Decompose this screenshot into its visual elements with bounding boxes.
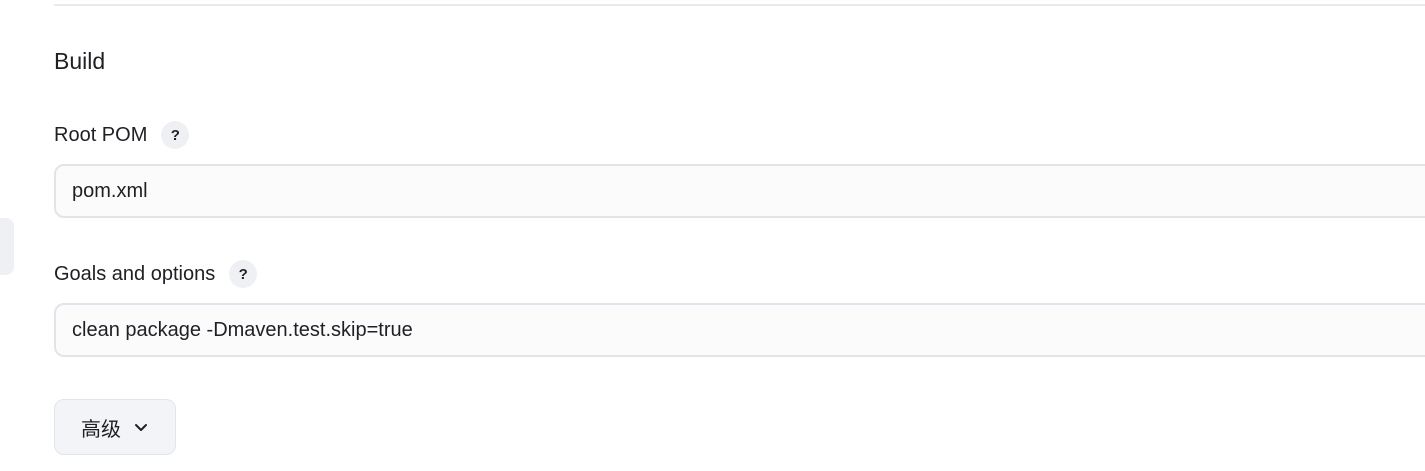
build-config-panel: Build Root POM ? pom.xml Goals and optio… [0,0,1425,471]
section-title: Build [54,48,106,74]
chevron-down-icon [133,419,149,435]
root-pom-value: pom.xml [72,179,148,202]
side-tab-handle[interactable] [0,218,14,275]
root-pom-help-button[interactable]: ? [161,121,190,149]
section-divider [54,4,1425,6]
goals-label: Goals and options [54,262,216,285]
root-pom-label-row: Root POM ? [54,121,190,149]
advanced-label: 高级 [81,418,121,441]
goals-input[interactable]: clean package -Dmaven.test.skip=true [54,303,1425,357]
root-pom-label: Root POM [54,123,148,146]
goals-help-button[interactable]: ? [229,260,258,288]
goals-label-row: Goals and options ? [54,260,258,288]
goals-value: clean package -Dmaven.test.skip=true [72,318,413,341]
advanced-button[interactable]: 高级 [54,399,176,455]
root-pom-input[interactable]: pom.xml [54,164,1425,218]
